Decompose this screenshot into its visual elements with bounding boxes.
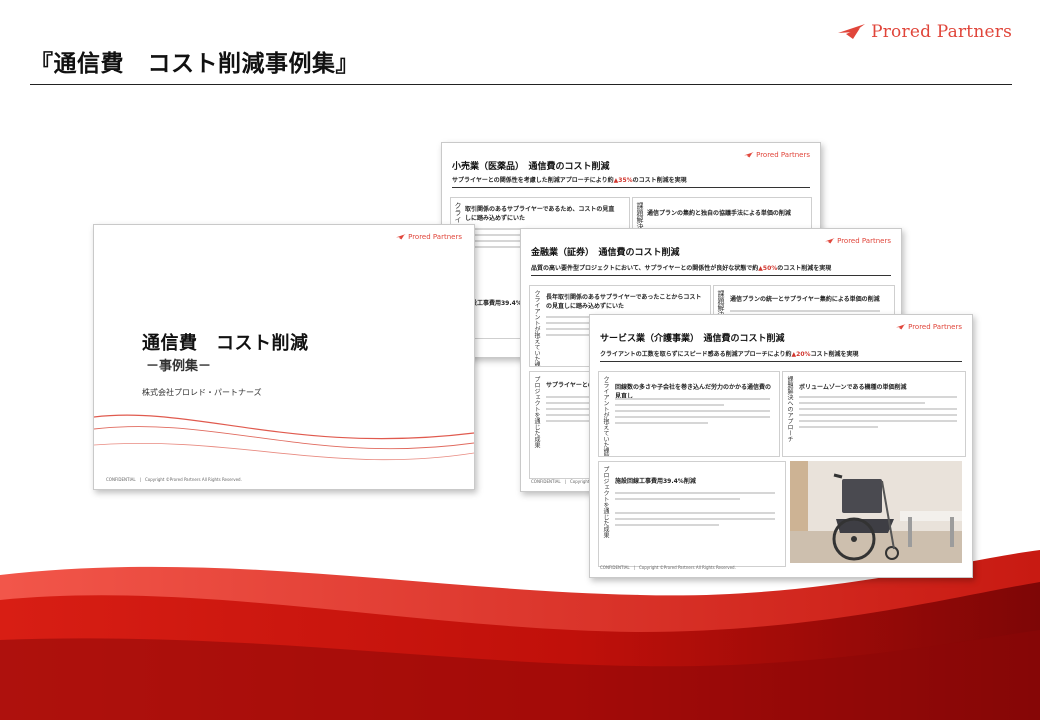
- slide-cover-company: 株式会社プロレド・パートナーズ: [142, 388, 262, 397]
- title-divider: [30, 84, 1012, 85]
- slide-finance-rule: [531, 275, 891, 276]
- slide-service: Prored Partners サービス業（介護事業） 通信費のコスト削減 クラ…: [589, 314, 973, 578]
- slide-service-logo: Prored Partners: [896, 323, 962, 331]
- slide-cover-subtitle: －事例集－: [146, 359, 212, 374]
- slide-service-box-project: プロジェクトを通じた成果 施設回線工事費用39.4%削減: [598, 461, 786, 567]
- page-title: 『通信費 コスト削減事例集』: [30, 51, 359, 77]
- prored-logo-icon: [838, 24, 866, 39]
- slide-retail-heading: 小売業（医薬品） 通信費のコスト削減: [452, 162, 610, 172]
- prored-logo-icon: [744, 152, 754, 158]
- slide-retail-logo: Prored Partners: [744, 151, 810, 159]
- slide-service-heading: サービス業（介護事業） 通信費のコスト削減: [600, 334, 785, 344]
- prored-logo-icon: [825, 238, 835, 244]
- slide-finance-subtitle: 品質の高い要件型プロジェクトにおいて、サプライヤーとの関係性が良好な状態で約▲5…: [531, 265, 832, 272]
- slide-cover: Prored Partners 通信費 コスト削減 －事例集－ 株式会社プロレド…: [93, 224, 475, 490]
- slide-service-subtitle: クライアントの工数を取らずにスピード感ある削減アプローチにより約▲20%コスト削…: [600, 351, 859, 358]
- slide-retail-rule: [452, 187, 810, 188]
- slide-service-box-client: クライアントが抱えていた課題 回線数の多さや子会社を巻き込んだ労力のかかる通信費…: [598, 371, 780, 457]
- slide-finance-logo: Prored Partners: [825, 237, 891, 245]
- slide-service-box-approach: 課題解決へのアプローチ ボリュームゾーンである機種の単価削減: [782, 371, 966, 457]
- slide-cover-title: 通信費 コスト削減: [142, 333, 309, 354]
- slide-cover-logo: Prored Partners: [396, 233, 462, 241]
- slide-finance-footer: CONFIDENTIAL | Copyright ©: [531, 479, 595, 484]
- slide-finance-heading: 金融業（証券） 通信費のコスト削減: [531, 248, 680, 258]
- prored-logo-icon: [896, 324, 906, 330]
- prored-logo-icon: [396, 234, 406, 240]
- slide-service-rule: [600, 361, 962, 362]
- slide-service-footer: CONFIDENTIAL | Copyright ©Prored Partner…: [600, 565, 736, 570]
- slide-cover-footer: CONFIDENTIAL | Copyright ©Prored Partner…: [106, 477, 242, 482]
- brand-logo-text: Prored Partners: [871, 22, 1012, 42]
- slide-retail-subtitle: サプライヤーとの関係性を考慮した削減アプローチにより約▲35%のコスト削減を実現: [452, 177, 687, 184]
- wheelchair-photo: [790, 461, 962, 563]
- brand-logo: Prored Partners: [838, 22, 1012, 42]
- slide-cover-waves: [94, 414, 474, 461]
